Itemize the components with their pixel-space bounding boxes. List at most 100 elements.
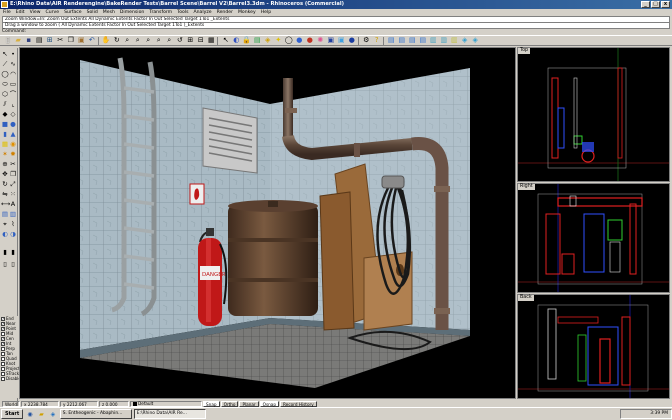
snap-toggle[interactable]: Snap — [203, 400, 220, 407]
copy-object-icon[interactable]: ❐ — [9, 170, 17, 178]
flyout-icon-4[interactable]: ▯ — [9, 260, 17, 268]
render-tool-icon[interactable]: ◐ — [1, 230, 9, 238]
sphere-icon[interactable]: ● — [9, 120, 17, 128]
cplane-icon[interactable]: ⊟ — [196, 36, 206, 45]
osnap-checkbox[interactable]: ✓ — [1, 316, 5, 321]
plugin-icon-5[interactable]: ▥ — [429, 36, 439, 45]
menu-transform[interactable]: Transform — [149, 9, 172, 16]
planar-toggle[interactable]: Planar — [239, 400, 259, 407]
rectangle-icon[interactable]: ▭ — [9, 80, 17, 88]
menu-tools[interactable]: Tools — [177, 9, 188, 16]
window-title-bar[interactable]: E:\Rhino Data\AIR Renderengine\BakeRende… — [0, 0, 672, 9]
menu-render[interactable]: Render — [217, 9, 233, 16]
maximize-button[interactable]: □ — [651, 1, 660, 8]
cut-icon[interactable]: ✂ — [56, 36, 66, 45]
plugin-icon-3[interactable]: ▤ — [408, 36, 418, 45]
move-icon[interactable]: ✥ — [1, 170, 9, 178]
print-icon[interactable]: ▤ — [35, 36, 45, 45]
viewport-label-back[interactable]: Back — [518, 295, 534, 301]
plugin-icon-7[interactable]: ▥ — [450, 36, 460, 45]
right-viewport[interactable]: Right — [517, 183, 670, 293]
menu-file[interactable]: File — [3, 9, 11, 16]
curve-icon[interactable]: ∿ — [9, 60, 17, 68]
menu-surface[interactable]: Surface — [64, 9, 82, 16]
curvature-icon[interactable]: ⌇ — [9, 220, 17, 228]
osnap-toggle[interactable]: Osnap — [259, 400, 280, 407]
surface-icon[interactable]: ◆ — [1, 110, 9, 118]
undo-view-icon[interactable]: ↺ — [175, 36, 185, 45]
point-icon[interactable]: • — [9, 50, 17, 58]
rendered-icon[interactable]: ● — [305, 36, 315, 45]
circle-icon[interactable]: ◯ — [1, 70, 9, 78]
osnap-checkbox[interactable] — [1, 356, 5, 361]
hide-icon[interactable]: ◐ — [232, 36, 242, 45]
select-icon[interactable]: ↖ — [221, 36, 231, 45]
shaded-icon[interactable]: ● — [295, 36, 305, 45]
quicklaunch-icon-3[interactable]: ◈ — [48, 410, 58, 419]
analyze-icon[interactable]: ⌖ — [1, 220, 9, 228]
perspective-viewport[interactable]: DANGER — [19, 47, 516, 399]
osnap-checkbox[interactable] — [1, 376, 5, 381]
open-folder-icon[interactable]: ▰ — [14, 36, 24, 45]
minimize-button[interactable]: _ — [641, 1, 650, 8]
zoom-selected-icon[interactable]: ⌕ — [154, 36, 164, 45]
plugin-icon-6[interactable]: ▥ — [439, 36, 449, 45]
viewport-label-top[interactable]: Top — [518, 48, 531, 54]
taskbar-task-rhino[interactable]: E:\Rhino Data\AIR Re... — [133, 409, 206, 419]
text-icon[interactable]: A — [9, 200, 17, 208]
menu-curve[interactable]: Curve — [46, 9, 60, 16]
paste-icon[interactable]: ▣ — [77, 36, 87, 45]
osnap-checkbox[interactable] — [1, 346, 5, 351]
plugin-icon-4[interactable]: ▤ — [418, 36, 428, 45]
arc-icon[interactable]: ◠ — [9, 70, 17, 78]
render-icon[interactable]: ▣ — [326, 36, 336, 45]
help-icon[interactable]: ? — [372, 36, 382, 45]
polyline-icon[interactable]: ⟋ — [1, 60, 9, 68]
split-icon[interactable]: ✶ — [1, 150, 9, 158]
osnap-checkbox[interactable]: ✓ — [1, 341, 5, 346]
layer-selector[interactable]: Default — [130, 400, 203, 407]
offset-icon[interactable]: ⫽ — [1, 100, 9, 108]
copy-icon[interactable]: ❐ — [66, 36, 76, 45]
osnap-checkbox[interactable] — [1, 371, 5, 376]
menu-view[interactable]: View — [30, 9, 41, 16]
fillet-icon[interactable]: ⌞ — [9, 100, 17, 108]
four-views-icon[interactable]: ⊞ — [186, 36, 196, 45]
save-icon[interactable]: ▪ — [24, 36, 34, 45]
flyout-icon-2[interactable]: ▮ — [9, 248, 17, 256]
light-icon[interactable]: ✦ — [274, 36, 284, 45]
cone-icon[interactable]: ▲ — [9, 130, 17, 138]
cplane-indicator[interactable]: World — [2, 400, 21, 407]
trim-icon[interactable]: ✂ — [9, 160, 17, 168]
ellipse-icon[interactable]: ⬭ — [1, 80, 9, 88]
lock-icon[interactable]: 🔒 — [242, 36, 252, 45]
import-icon[interactable]: ⊞ — [45, 36, 55, 45]
render-preview-icon[interactable]: ▣ — [337, 36, 347, 45]
flyout-icon-1[interactable]: ▮ — [1, 248, 9, 256]
polygon-icon[interactable]: ⬡ — [1, 90, 9, 98]
scale-icon[interactable]: ⤢ — [9, 180, 17, 188]
zoom-extents-icon[interactable]: ⌕ — [144, 36, 154, 45]
layer-tool-icon[interactable]: ▤ — [1, 210, 9, 218]
viewport-label-right[interactable]: Right — [518, 184, 535, 190]
quicklaunch-icon-1[interactable]: ◉ — [25, 410, 35, 419]
grid-icon[interactable]: ▦ — [207, 36, 217, 45]
menu-analyze[interactable]: Analyze — [194, 9, 212, 16]
plugin-icon-8[interactable]: ◈ — [460, 36, 470, 45]
box-icon[interactable]: ■ — [1, 120, 9, 128]
layer-icon[interactable]: ▤ — [253, 36, 263, 45]
explode-icon[interactable]: ✸ — [9, 150, 17, 158]
zoom-window-icon[interactable]: ⌕ — [133, 36, 143, 45]
osnap-checkbox[interactable]: ✓ — [1, 336, 5, 341]
freeform-icon[interactable]: ⌒ — [9, 90, 17, 98]
join-icon[interactable]: ⊕ — [1, 160, 9, 168]
flyout-icon-3[interactable]: ▯ — [1, 260, 9, 268]
plugin-icon-1[interactable]: ▤ — [387, 36, 397, 45]
osnap-checkbox[interactable] — [1, 361, 5, 366]
zoom-extents-all-icon[interactable]: ⌕ — [165, 36, 175, 45]
array-icon[interactable]: ⁙ — [9, 190, 17, 198]
menu-monkey[interactable]: Monkey — [238, 9, 256, 16]
cylinder-icon[interactable]: ▮ — [1, 130, 9, 138]
loft-icon[interactable]: ◇ — [9, 110, 17, 118]
osnap-checkbox[interactable] — [1, 366, 5, 371]
